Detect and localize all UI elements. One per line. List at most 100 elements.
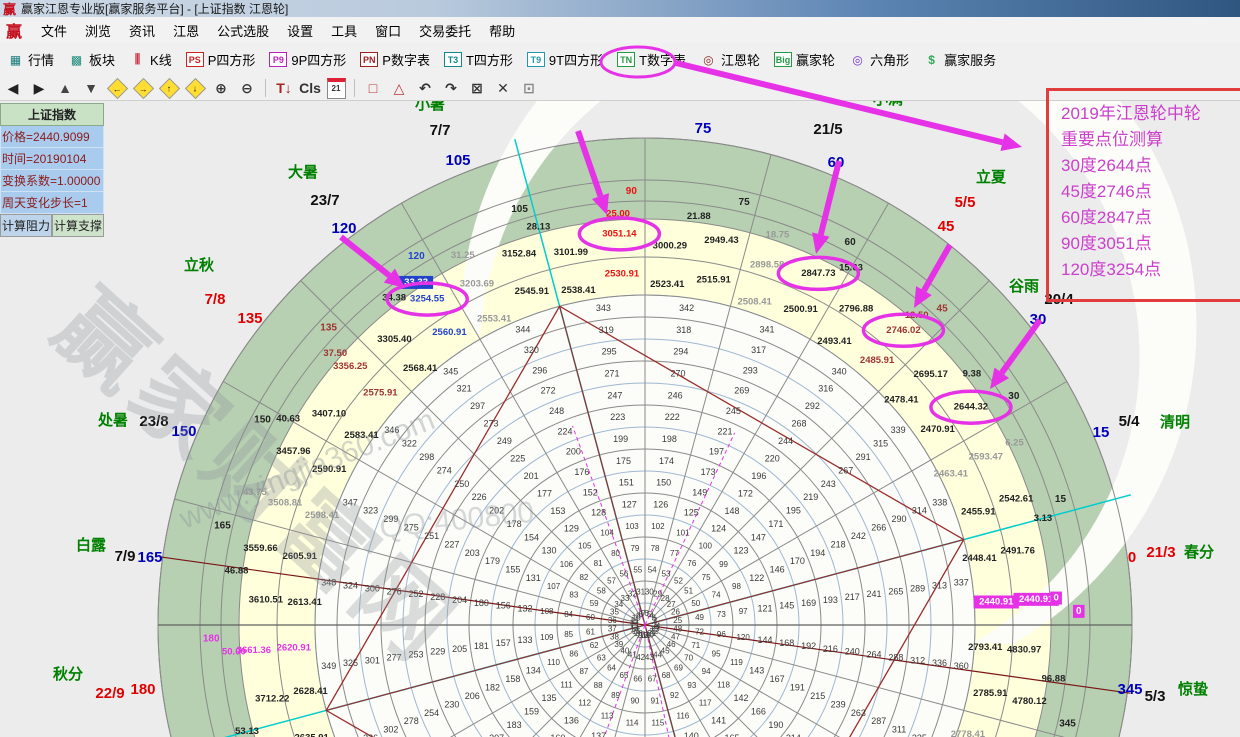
- menu-item-设置[interactable]: 设置: [278, 21, 322, 42]
- menu-item-帮助[interactable]: 帮助: [480, 21, 524, 42]
- svg-text:133: 133: [518, 635, 533, 645]
- svg-text:115: 115: [652, 718, 665, 727]
- svg-text:48: 48: [673, 624, 682, 633]
- svg-text:142: 142: [733, 693, 748, 703]
- svg-text:90: 90: [630, 696, 639, 705]
- tool-calendar[interactable]: 21: [324, 78, 348, 98]
- toolbar-button-t-square[interactable]: T3T四方形: [437, 48, 520, 71]
- calc-support-button[interactable]: 计算支撑: [52, 214, 104, 237]
- tool-display-tool[interactable]: ⊡: [517, 78, 541, 98]
- svg-text:147: 147: [751, 532, 766, 542]
- wheel-label-立秋: 立秋: [184, 256, 215, 274]
- tool-zoom-in[interactable]: ⊕: [209, 78, 233, 98]
- menu-item-文件[interactable]: 文件: [32, 21, 76, 42]
- toolbar-button-9t-square[interactable]: T99T四方形: [520, 48, 610, 71]
- svg-text:83: 83: [569, 591, 578, 600]
- toolbar-button-hexagon[interactable]: ◎六角形: [842, 48, 916, 71]
- annotation-line-1: 重要点位测算: [1061, 127, 1240, 153]
- tool-scale-tool[interactable]: ✕: [491, 78, 515, 98]
- tool-price-axis[interactable]: T↓: [272, 78, 296, 98]
- wheel-label-22/9: 22/9: [95, 685, 124, 702]
- svg-text:216: 216: [823, 644, 838, 654]
- svg-text:155: 155: [505, 565, 520, 575]
- annotation-line-6: 120度3254点: [1061, 257, 1240, 283]
- tool-rotate-up[interactable]: ▲: [53, 78, 77, 98]
- toolbar-button-9p-square[interactable]: P99P四方形: [262, 48, 353, 71]
- svg-text:174: 174: [659, 456, 674, 466]
- menu-item-交易委托[interactable]: 交易委托: [410, 21, 480, 42]
- svg-text:291: 291: [856, 452, 871, 462]
- toolbar-button-sectors[interactable]: ▩板块: [61, 48, 122, 71]
- menu-item-浏览[interactable]: 浏览: [76, 21, 120, 42]
- tool-page-right[interactable]: ▶: [27, 78, 51, 98]
- wheel-label-120: 120: [331, 220, 356, 237]
- svg-text:67: 67: [648, 675, 657, 684]
- tool-rotate-ccw[interactable]: ↶: [413, 78, 437, 98]
- tool-shift-up[interactable]: ↑: [157, 78, 181, 98]
- wheel-label-立夏: 立夏: [976, 168, 1007, 186]
- svg-text:61: 61: [586, 627, 595, 636]
- svg-text:30: 30: [1008, 391, 1020, 402]
- calc-resistance-button[interactable]: 计算阻力: [0, 214, 52, 237]
- toolbar-button-t-number-table[interactable]: TNT数字表: [610, 48, 693, 71]
- tool-shift-left[interactable]: ←: [105, 78, 129, 98]
- svg-text:313: 313: [932, 581, 947, 591]
- menu-item-江恩[interactable]: 江恩: [164, 21, 208, 42]
- svg-text:318: 318: [676, 325, 691, 335]
- svg-text:325: 325: [343, 658, 358, 668]
- toolbar-button-winner-wheel[interactable]: Big赢家轮: [767, 48, 842, 71]
- toolbar-button-p-number-table[interactable]: PNP数字表: [353, 48, 437, 71]
- svg-text:86: 86: [569, 650, 578, 659]
- svg-text:165: 165: [214, 521, 231, 532]
- tool-shift-down[interactable]: ↓: [183, 78, 207, 98]
- svg-text:50.00: 50.00: [222, 646, 246, 657]
- svg-text:156: 156: [496, 601, 511, 611]
- t-square-label: T四方形: [466, 50, 513, 69]
- tool-delete-box[interactable]: ⊠: [465, 78, 489, 98]
- svg-text:317: 317: [751, 345, 766, 355]
- toolbar-button-quotes[interactable]: ▦行情: [0, 48, 61, 71]
- menu-item-公式选股[interactable]: 公式选股: [208, 21, 278, 42]
- menu-item-工具[interactable]: 工具: [322, 21, 366, 42]
- tool-draw-triangle[interactable]: △: [387, 78, 411, 98]
- toolbar-button-p-square[interactable]: PSP四方形: [179, 48, 263, 71]
- tool-shift-right[interactable]: →: [131, 78, 155, 98]
- svg-text:221: 221: [717, 426, 732, 436]
- menu-item-窗口[interactable]: 窗口: [366, 21, 410, 42]
- svg-text:109: 109: [540, 633, 554, 642]
- svg-text:2605.91: 2605.91: [283, 551, 318, 562]
- shift-left-icon: ←: [106, 77, 127, 98]
- toolbar-button-gann-wheel[interactable]: ◎江恩轮: [693, 48, 767, 71]
- toolbar-button-winner-service[interactable]: $赢家服务: [916, 48, 1003, 71]
- svg-text:12.50: 12.50: [905, 310, 929, 321]
- svg-text:4780.12: 4780.12: [1012, 696, 1046, 707]
- toolbar-button-kline[interactable]: ⫼K线: [122, 48, 179, 71]
- svg-text:51: 51: [684, 587, 693, 596]
- svg-text:60: 60: [586, 613, 595, 622]
- t-number-table-label: T数字表: [639, 50, 686, 69]
- svg-text:276: 276: [387, 586, 402, 596]
- svg-text:244: 244: [778, 436, 793, 446]
- svg-text:287: 287: [871, 716, 886, 726]
- tool-zoom-out[interactable]: ⊖: [235, 78, 259, 98]
- svg-text:54: 54: [648, 566, 657, 575]
- svg-text:4830.97: 4830.97: [1007, 644, 1041, 655]
- tool-page-left[interactable]: ◀: [1, 78, 25, 98]
- svg-text:2545.91: 2545.91: [515, 286, 550, 297]
- tool-rotate-cw[interactable]: ↷: [439, 78, 463, 98]
- tool-rotate-down[interactable]: ▼: [79, 78, 103, 98]
- svg-text:3712.22: 3712.22: [255, 694, 289, 705]
- svg-text:179: 179: [485, 556, 500, 566]
- svg-text:126: 126: [653, 499, 668, 509]
- tool-clear[interactable]: Cls: [298, 78, 322, 98]
- svg-text:268: 268: [792, 419, 807, 429]
- svg-text:360: 360: [954, 661, 969, 671]
- app-logo-icon: 赢: [6, 18, 22, 42]
- svg-text:265: 265: [888, 586, 903, 596]
- menu-item-资讯[interactable]: 资讯: [120, 21, 164, 42]
- svg-text:74: 74: [712, 591, 721, 600]
- wheel-label-21/3: 21/3: [1146, 544, 1175, 561]
- svg-text:152: 152: [583, 487, 598, 497]
- tool-draw-square[interactable]: □: [361, 78, 385, 98]
- svg-text:3051.14: 3051.14: [602, 228, 637, 239]
